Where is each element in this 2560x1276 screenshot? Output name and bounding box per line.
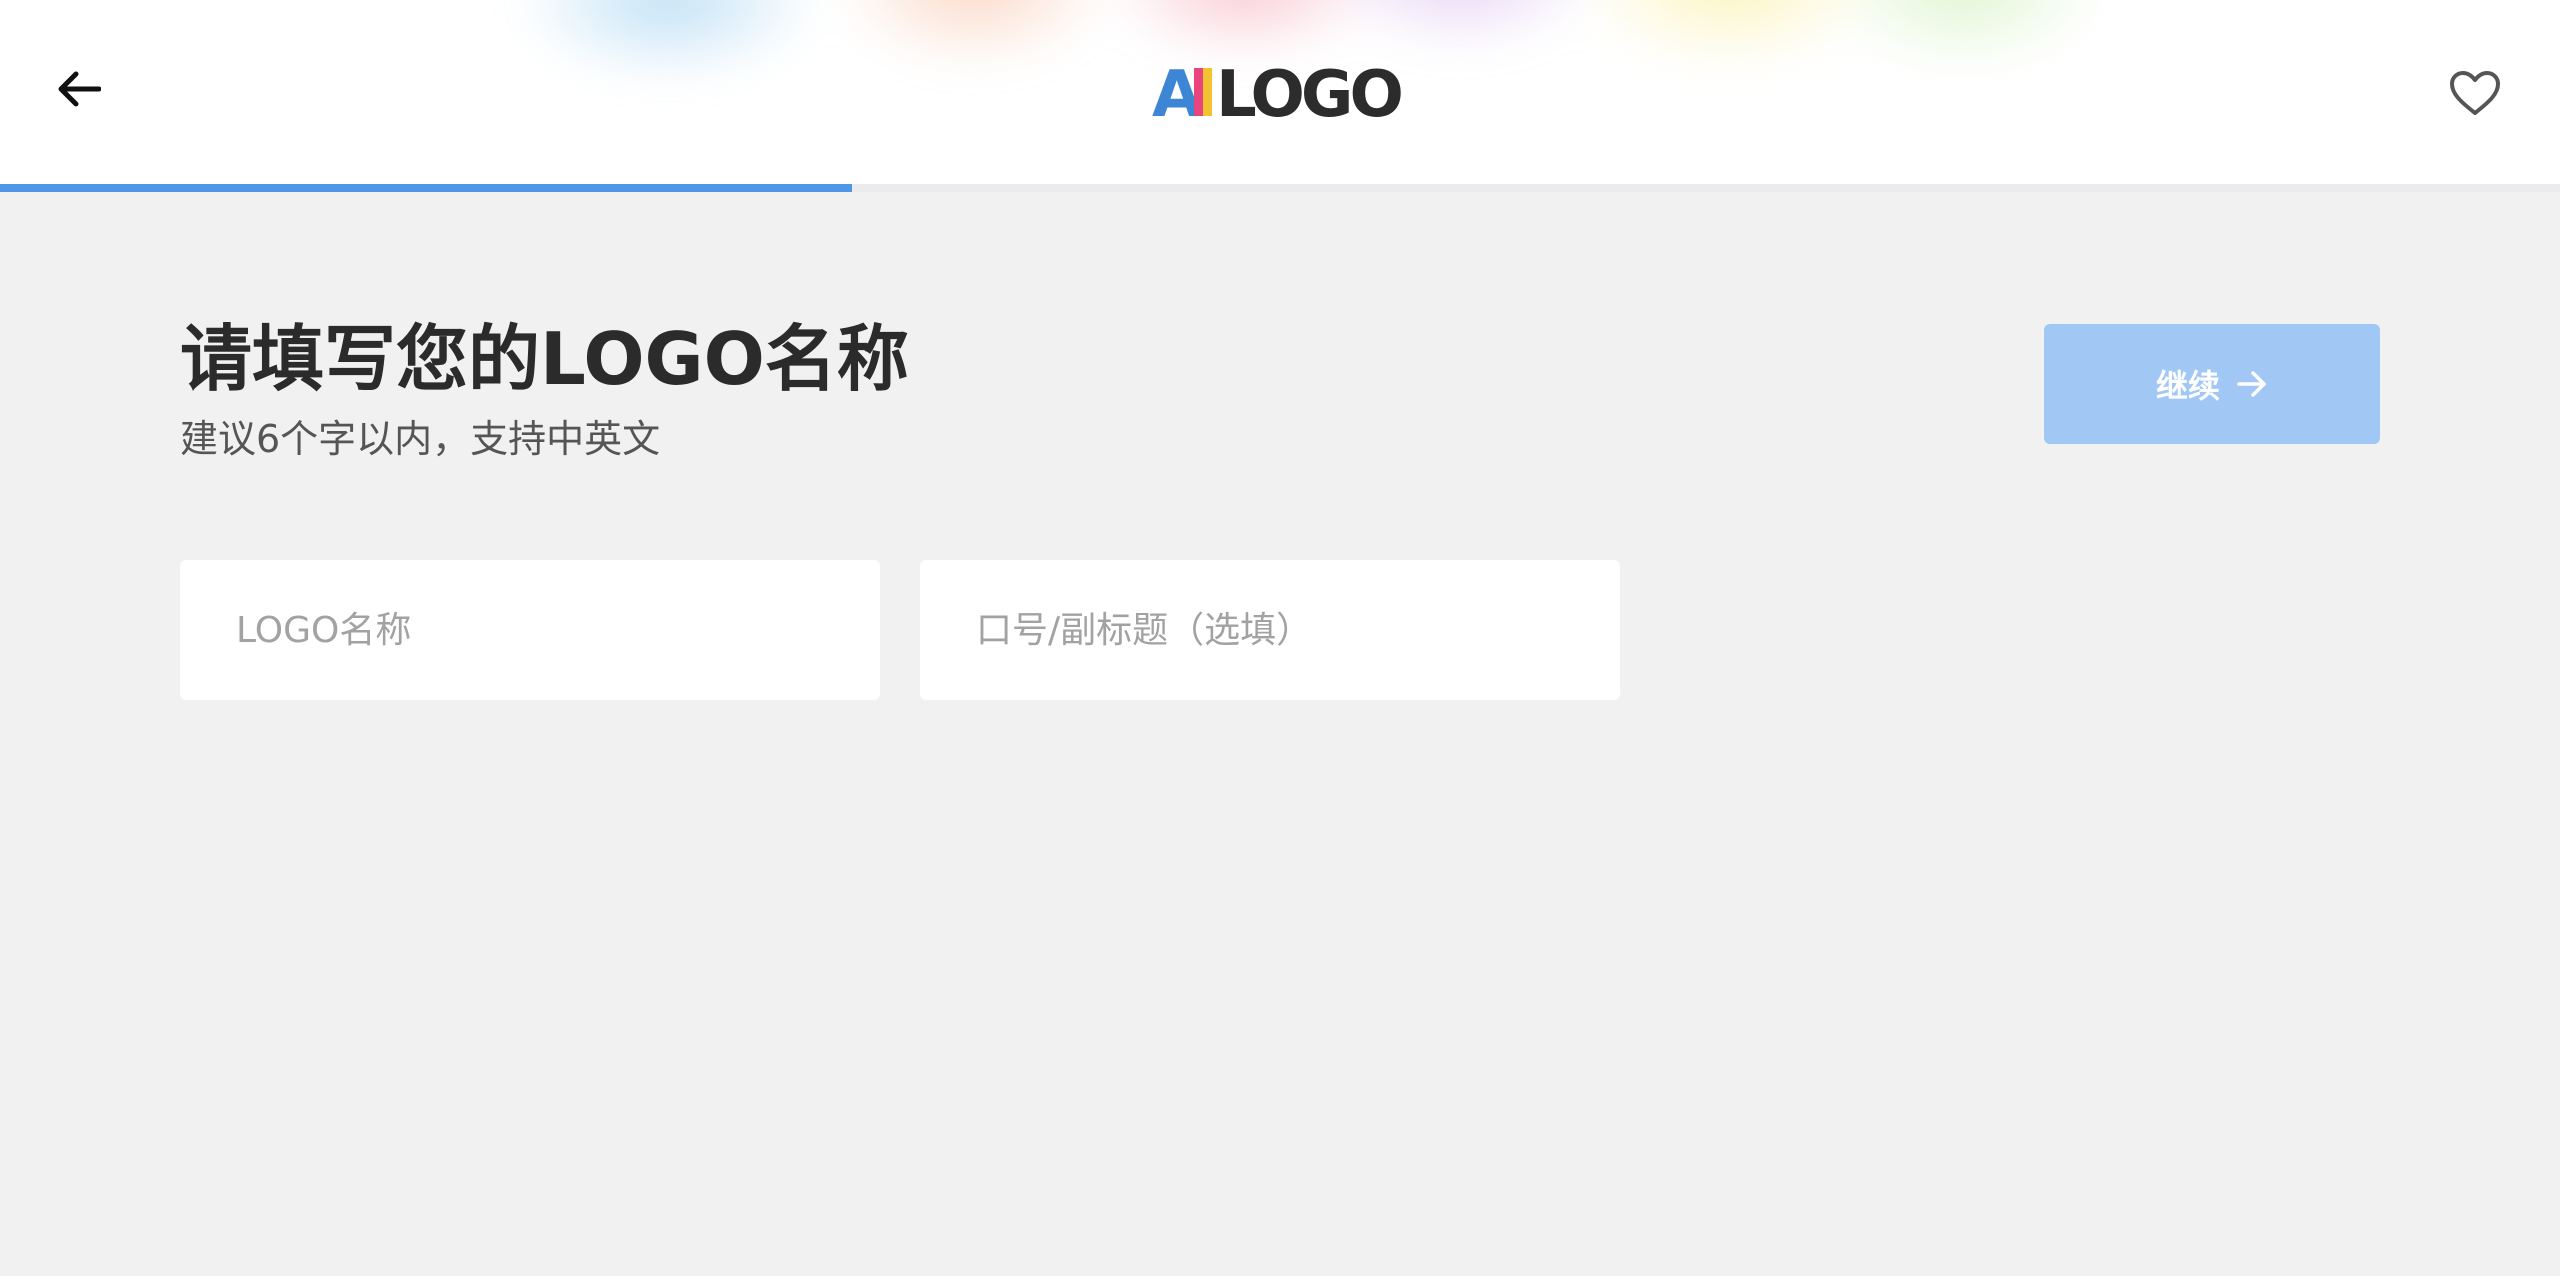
favorite-button[interactable]	[2446, 64, 2504, 122]
slogan-input[interactable]	[920, 560, 1620, 700]
continue-button[interactable]: 继续	[2044, 324, 2380, 444]
top-bar: A LOGO	[0, 0, 2560, 184]
progress-bar-fill	[0, 184, 853, 192]
arrow-left-icon	[58, 71, 101, 107]
arrow-right-icon	[2237, 371, 2266, 397]
ailogo-logo[interactable]: A LOGO	[1150, 54, 1410, 132]
page-title: 请填写您的LOGO名称	[180, 317, 909, 401]
logo-text: LOGO	[1216, 58, 1401, 124]
continue-button-label: 继续	[2155, 367, 2220, 405]
page-subtitle: 建议6个字以内，支持中英文	[180, 417, 661, 461]
back-button[interactable]	[52, 62, 106, 116]
heart-icon	[2450, 71, 2500, 115]
logo-name-input[interactable]	[180, 560, 880, 700]
progress-bar	[0, 184, 2560, 192]
